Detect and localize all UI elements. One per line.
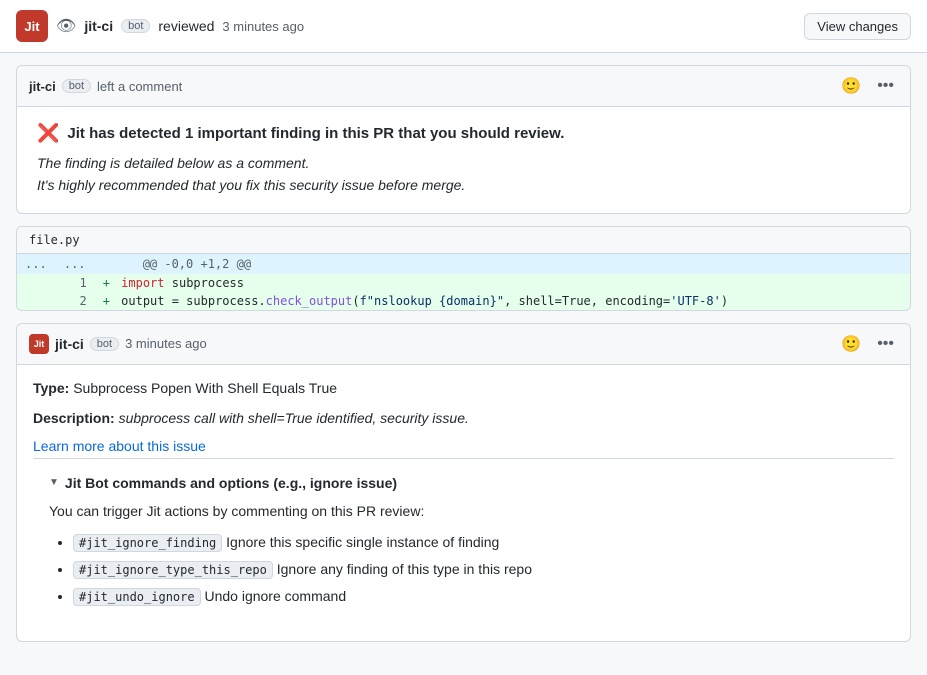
inline-comment-header-left: Jit jit-ci bot 3 minutes ago	[29, 334, 207, 354]
comment-bot-badge: bot	[62, 79, 91, 93]
review-time: 3 minutes ago	[222, 19, 304, 34]
alert-line1: The finding is detailed below as a comme…	[37, 152, 890, 174]
emoji-reaction-button[interactable]: 🙂	[837, 74, 865, 98]
command-item-1: #jit_ignore_finding Ignore this specific…	[73, 532, 878, 553]
comment-divider	[33, 458, 894, 459]
comment-header-actions: 🙂 •••	[837, 74, 898, 98]
inline-comment: Jit jit-ci bot 3 minutes ago 🙂 ••• Type:…	[16, 323, 911, 642]
diff-code-2: + output = subprocess.check_output(f"nsl…	[95, 292, 910, 310]
eye-icon: 👁	[56, 16, 76, 36]
diff-table: ... ... @@ -0,0 +1,2 @@ 1 + import subpr…	[17, 254, 910, 310]
hunk-ellipsis-2: ...	[55, 254, 95, 274]
alert-title-text: Jit has detected 1 important finding in …	[67, 125, 564, 142]
diff-add-row-2: 2 + output = subprocess.check_output(f"n…	[17, 292, 910, 310]
x-icon: ❌	[37, 123, 59, 144]
alert-box: ❌ Jit has detected 1 important finding i…	[17, 107, 910, 213]
code-filename: file.py	[17, 227, 910, 254]
type-field: Type: Subprocess Popen With Shell Equals…	[33, 377, 894, 399]
command-code-1: #jit_ignore_finding	[73, 534, 222, 552]
inline-more-options-button[interactable]: •••	[873, 333, 898, 355]
review-action: reviewed	[158, 18, 214, 34]
review-header: Jit 👁 jit-ci bot reviewed 3 minutes ago …	[0, 0, 927, 53]
diff-hunk-row: ... ... @@ -0,0 +1,2 @@	[17, 254, 910, 274]
jit-logo: Jit	[16, 10, 48, 42]
hunk-info: @@ -0,0 +1,2 @@	[135, 254, 910, 274]
description-field: Description: subprocess call with shell=…	[33, 407, 894, 429]
page-wrapper: Jit 👁 jit-ci bot reviewed 3 minutes ago …	[0, 0, 927, 675]
inline-comment-body: Type: Subprocess Popen With Shell Equals…	[17, 365, 910, 641]
inline-comment-header-actions: 🙂 •••	[837, 332, 898, 356]
bot-commands-title-text: Jit Bot commands and options (e.g., igno…	[65, 475, 397, 491]
comment-action: left a comment	[97, 79, 182, 94]
learn-more-link[interactable]: Learn more about this issue	[33, 438, 206, 454]
hunk-ellipsis-1: ...	[17, 254, 55, 274]
bot-commands-title: ▼ Jit Bot commands and options (e.g., ig…	[49, 475, 878, 491]
main-comment-container: jit-ci bot left a comment 🙂 ••• ❌ Jit ha…	[16, 65, 911, 214]
command-item-3: #jit_undo_ignore Undo ignore command	[73, 586, 878, 607]
comment-header-left: jit-ci bot left a comment	[29, 79, 182, 94]
alert-body: The finding is detailed below as a comme…	[37, 152, 890, 197]
triangle-icon: ▼	[49, 477, 59, 488]
diff-ellipsis-1	[17, 274, 55, 292]
bot-badge: bot	[121, 19, 150, 33]
alert-line2: It's highly recommended that you fix thi…	[37, 174, 890, 196]
view-changes-button[interactable]: View changes	[804, 13, 911, 40]
inline-bot-badge: bot	[90, 337, 119, 351]
bot-commands-description: You can trigger Jit actions by commentin…	[49, 501, 878, 522]
diff-code-1: + import subprocess	[95, 274, 910, 292]
command-code-3: #jit_undo_ignore	[73, 588, 201, 606]
hunk-line-num	[95, 254, 135, 274]
reviewer-name: jit-ci	[84, 18, 113, 34]
diff-line-num-2: 2	[55, 292, 95, 310]
diff-line-num-1: 1	[55, 274, 95, 292]
jit-avatar-small: Jit	[29, 334, 49, 354]
code-block: file.py ... ... @@ -0,0 +1,2 @@ 1 + impo…	[16, 226, 911, 311]
comment-header: jit-ci bot left a comment 🙂 •••	[17, 66, 910, 107]
commands-list: #jit_ignore_finding Ignore this specific…	[49, 532, 878, 607]
review-header-left: Jit 👁 jit-ci bot reviewed 3 minutes ago	[16, 10, 304, 42]
command-code-2: #jit_ignore_type_this_repo	[73, 561, 273, 579]
inline-comment-header: Jit jit-ci bot 3 minutes ago 🙂 •••	[17, 324, 910, 365]
diff-ellipsis-2	[17, 292, 55, 310]
command-item-2: #jit_ignore_type_this_repo Ignore any fi…	[73, 559, 878, 580]
diff-add-row-1: 1 + import subprocess	[17, 274, 910, 292]
alert-title: ❌ Jit has detected 1 important finding i…	[37, 123, 890, 144]
bot-commands-section: ▼ Jit Bot commands and options (e.g., ig…	[33, 463, 894, 629]
inline-comment-time: 3 minutes ago	[125, 336, 207, 351]
inline-emoji-reaction-button[interactable]: 🙂	[837, 332, 865, 356]
comment-reviewer-name: jit-ci	[29, 79, 56, 94]
more-options-button[interactable]: •••	[873, 75, 898, 97]
inline-reviewer-name: jit-ci	[55, 336, 84, 352]
